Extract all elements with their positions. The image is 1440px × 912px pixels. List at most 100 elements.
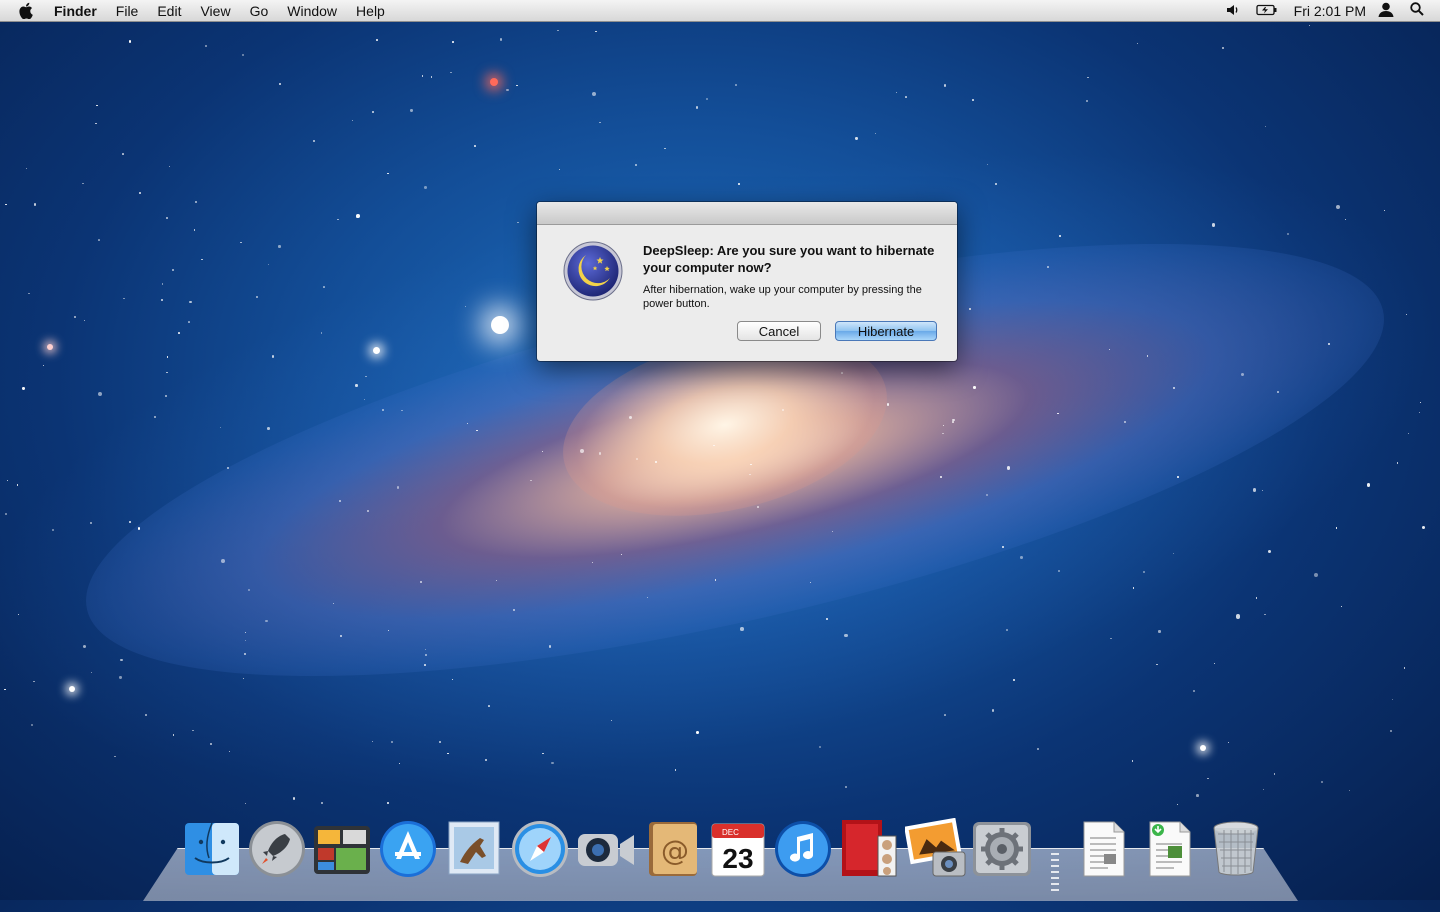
photo-booth-icon[interactable]	[840, 818, 900, 880]
star	[401, 409, 403, 411]
star	[1383, 209, 1385, 212]
star	[177, 332, 180, 335]
star	[1408, 433, 1410, 435]
user-icon[interactable]	[1378, 2, 1394, 20]
star	[122, 152, 124, 155]
star	[371, 110, 374, 113]
star	[1267, 549, 1272, 554]
star	[1348, 790, 1350, 792]
star	[971, 99, 974, 102]
star	[450, 71, 452, 73]
finder-icon[interactable]	[182, 818, 242, 880]
star	[399, 763, 401, 765]
safari-icon[interactable]	[510, 818, 570, 880]
facetime-icon[interactable]	[576, 818, 636, 880]
star	[695, 106, 698, 109]
apple-menu-icon[interactable]	[18, 2, 34, 19]
star	[195, 200, 198, 203]
ical-icon[interactable]: DEC 23	[708, 818, 768, 880]
dialog-titlebar[interactable]	[537, 202, 957, 225]
mail-icon[interactable]	[444, 818, 504, 880]
star	[22, 387, 25, 390]
star	[1213, 662, 1215, 664]
star	[740, 627, 744, 631]
star	[204, 44, 207, 47]
star	[905, 96, 907, 98]
star	[1047, 266, 1049, 269]
star	[96, 104, 99, 107]
star	[611, 719, 613, 722]
star	[1367, 483, 1371, 487]
star	[1227, 742, 1229, 744]
star	[713, 444, 715, 447]
star	[16, 484, 19, 486]
star	[165, 216, 168, 219]
star	[1136, 43, 1138, 45]
menu-window[interactable]: Window	[287, 3, 337, 19]
menu-edit[interactable]: Edit	[157, 3, 181, 19]
star	[944, 84, 947, 87]
iphoto-icon[interactable]	[904, 817, 966, 880]
star	[168, 165, 171, 167]
star	[750, 463, 752, 466]
star	[1085, 99, 1089, 103]
app-store-icon[interactable]	[378, 818, 438, 880]
star	[1020, 556, 1024, 560]
itunes-icon[interactable]	[773, 818, 833, 880]
mission-control-icon[interactable]	[312, 818, 372, 880]
battery-icon[interactable]	[1255, 3, 1278, 19]
star	[83, 319, 85, 321]
system-preferences-icon[interactable]	[971, 818, 1031, 880]
star	[421, 74, 424, 77]
download-document-icon[interactable]	[1140, 818, 1200, 880]
bright-star	[490, 78, 498, 86]
star	[387, 802, 389, 804]
star	[1156, 663, 1158, 665]
star	[424, 663, 427, 666]
star	[1390, 729, 1393, 732]
star	[488, 705, 491, 708]
star	[391, 741, 394, 744]
star	[153, 416, 157, 419]
hibernate-button[interactable]: Hibernate	[835, 321, 937, 341]
star	[1419, 401, 1421, 403]
star	[629, 415, 633, 419]
menu-file[interactable]: File	[116, 3, 139, 19]
star	[942, 432, 944, 435]
star	[548, 645, 552, 648]
trash-icon[interactable]	[1206, 818, 1266, 880]
menu-view[interactable]: View	[200, 3, 230, 19]
star	[558, 169, 560, 171]
star	[451, 678, 454, 681]
address-book-icon[interactable]: @	[643, 818, 703, 880]
star	[1403, 667, 1406, 669]
star	[424, 186, 428, 190]
star	[841, 372, 843, 375]
star	[95, 122, 98, 125]
cancel-button[interactable]: Cancel	[737, 321, 821, 341]
status-area: Fri 2:01 PM	[1226, 2, 1440, 20]
star	[635, 163, 638, 166]
star	[161, 283, 164, 285]
menu-go[interactable]: Go	[250, 3, 269, 19]
dock: @ DEC 23	[0, 0, 1440, 900]
star	[188, 321, 190, 323]
star	[513, 608, 516, 611]
menu-clock[interactable]: Fri 2:01 PM	[1294, 3, 1366, 19]
star	[757, 506, 759, 508]
star	[986, 163, 989, 165]
star	[995, 183, 998, 186]
star	[1327, 342, 1331, 345]
star	[292, 797, 295, 800]
spotlight-icon[interactable]	[1410, 2, 1424, 19]
star	[1405, 314, 1408, 316]
star	[598, 452, 602, 455]
star	[340, 634, 343, 637]
volume-icon[interactable]	[1226, 3, 1240, 19]
star	[226, 466, 229, 469]
menu-finder[interactable]: Finder	[54, 3, 97, 19]
launchpad-icon[interactable]	[247, 818, 307, 880]
document-icon[interactable]	[1074, 818, 1134, 880]
star	[1264, 613, 1266, 616]
menu-help[interactable]: Help	[356, 3, 385, 19]
